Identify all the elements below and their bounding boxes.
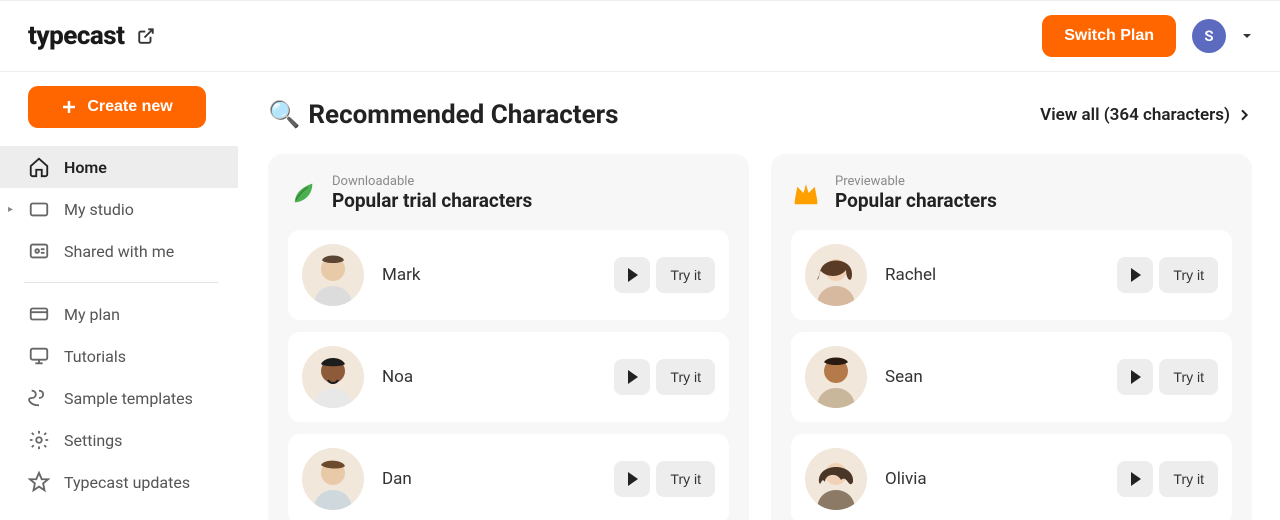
sidebar-item-label: Sample templates bbox=[64, 389, 193, 408]
sidebar-item-label: My plan bbox=[64, 305, 120, 324]
sidebar-divider bbox=[24, 282, 218, 283]
main-content: 🔍 Recommended Characters View all (364 c… bbox=[238, 72, 1280, 520]
sidebar-item-label: Shared with me bbox=[64, 242, 174, 261]
character-avatar bbox=[302, 244, 364, 306]
panels: Downloadable Popular trial characters Ma… bbox=[268, 154, 1252, 520]
panel-title: Popular characters bbox=[835, 189, 997, 212]
caret-down-icon[interactable] bbox=[1242, 31, 1252, 41]
create-new-label: Create new bbox=[87, 98, 172, 116]
panel-eyebrow: Previewable bbox=[835, 174, 997, 189]
try-it-button[interactable]: Try it bbox=[1159, 257, 1218, 293]
character-avatar bbox=[805, 244, 867, 306]
character-card: Olivia Try it bbox=[791, 434, 1232, 520]
panel-trial-characters: Downloadable Popular trial characters Ma… bbox=[268, 154, 749, 520]
panel-header: Previewable Popular characters bbox=[791, 174, 1232, 212]
character-card: Rachel Try it bbox=[791, 230, 1232, 320]
switch-plan-button[interactable]: Switch Plan bbox=[1042, 15, 1176, 57]
chevron-right-icon[interactable]: ▸ bbox=[8, 204, 13, 215]
sidebar-item-settings[interactable]: Settings bbox=[0, 419, 238, 461]
panel-title: Popular trial characters bbox=[332, 189, 532, 212]
character-card: Mark Try it bbox=[288, 230, 729, 320]
sidebar-item-shared[interactable]: Shared with me bbox=[0, 230, 238, 272]
sidebar-item-label: Settings bbox=[64, 431, 122, 450]
character-avatar bbox=[805, 448, 867, 510]
home-icon bbox=[28, 156, 50, 178]
character-card: Sean Try it bbox=[791, 332, 1232, 422]
character-avatar bbox=[302, 346, 364, 408]
sidebar-item-updates[interactable]: Typecast updates bbox=[0, 461, 238, 503]
panel-popular-characters: Previewable Popular characters Rachel Tr… bbox=[771, 154, 1252, 520]
crown-icon bbox=[791, 178, 821, 208]
view-all-link[interactable]: View all (364 characters) bbox=[1040, 105, 1252, 125]
play-icon bbox=[1131, 370, 1141, 384]
create-new-button[interactable]: Create new bbox=[28, 86, 206, 128]
character-card: Noa Try it bbox=[288, 332, 729, 422]
sidebar: Create new Home ▸ My studio Shared with … bbox=[0, 72, 238, 520]
sidebar-item-label: Tutorials bbox=[64, 347, 126, 366]
sidebar-item-my-studio[interactable]: ▸ My studio bbox=[0, 188, 238, 230]
play-button[interactable] bbox=[614, 461, 650, 497]
sidebar-item-home[interactable]: Home bbox=[0, 146, 238, 188]
magnifier-icon: 🔍 bbox=[268, 100, 300, 130]
logo[interactable]: typecast bbox=[28, 21, 155, 51]
character-avatar bbox=[805, 346, 867, 408]
play-icon bbox=[1131, 268, 1141, 282]
wave-icon bbox=[28, 387, 50, 409]
user-avatar[interactable]: S bbox=[1192, 19, 1226, 53]
topbar: typecast Switch Plan S bbox=[0, 0, 1280, 72]
try-it-button[interactable]: Try it bbox=[656, 359, 715, 395]
sidebar-item-my-plan[interactable]: My plan bbox=[0, 293, 238, 335]
sidebar-item-label: Typecast updates bbox=[64, 473, 190, 492]
character-name: Noa bbox=[382, 367, 614, 387]
star-icon bbox=[28, 471, 50, 493]
sidebar-item-label: My studio bbox=[64, 200, 134, 219]
section-header: 🔍 Recommended Characters View all (364 c… bbox=[268, 100, 1252, 130]
leaf-icon bbox=[288, 178, 318, 208]
sidebar-item-sample-templates[interactable]: Sample templates bbox=[0, 377, 238, 419]
monitor-icon bbox=[28, 345, 50, 367]
panel-header: Downloadable Popular trial characters bbox=[288, 174, 729, 212]
topbar-right: Switch Plan S bbox=[1042, 15, 1252, 57]
play-button[interactable] bbox=[1117, 359, 1153, 395]
card-icon bbox=[28, 303, 50, 325]
character-card: Dan Try it bbox=[288, 434, 729, 520]
panel-eyebrow: Downloadable bbox=[332, 174, 532, 189]
folder-icon bbox=[28, 198, 50, 220]
try-it-button[interactable]: Try it bbox=[656, 257, 715, 293]
sidebar-item-label: Home bbox=[64, 158, 107, 177]
character-name: Mark bbox=[382, 265, 614, 285]
try-it-button[interactable]: Try it bbox=[1159, 461, 1218, 497]
play-icon bbox=[1131, 472, 1141, 486]
play-button[interactable] bbox=[1117, 461, 1153, 497]
character-avatar bbox=[302, 448, 364, 510]
play-button[interactable] bbox=[1117, 257, 1153, 293]
sidebar-item-tutorials[interactable]: Tutorials bbox=[0, 335, 238, 377]
gear-icon bbox=[28, 429, 50, 451]
play-button[interactable] bbox=[614, 257, 650, 293]
try-it-button[interactable]: Try it bbox=[1159, 359, 1218, 395]
character-name: Dan bbox=[382, 469, 614, 489]
external-link-icon bbox=[137, 27, 155, 45]
shared-icon bbox=[28, 240, 50, 262]
play-icon bbox=[628, 370, 638, 384]
play-button[interactable] bbox=[614, 359, 650, 395]
character-name: Rachel bbox=[885, 265, 1117, 285]
plus-icon bbox=[61, 99, 77, 115]
play-icon bbox=[628, 268, 638, 282]
section-title: 🔍 Recommended Characters bbox=[268, 100, 619, 130]
character-name: Sean bbox=[885, 367, 1117, 387]
play-icon bbox=[628, 472, 638, 486]
try-it-button[interactable]: Try it bbox=[656, 461, 715, 497]
character-name: Olivia bbox=[885, 469, 1117, 489]
logo-text: typecast bbox=[28, 21, 125, 51]
chevron-right-icon bbox=[1236, 107, 1252, 123]
